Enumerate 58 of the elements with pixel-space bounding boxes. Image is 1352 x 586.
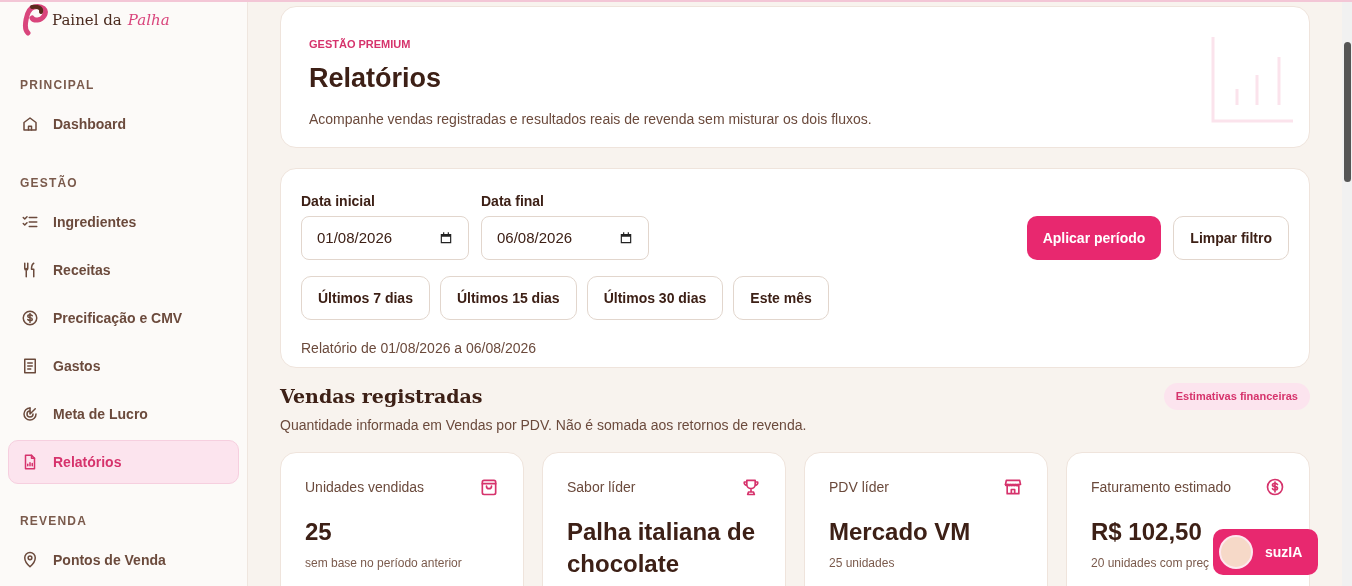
page-subtitle: Acompanhe vendas registradas e resultados reais de revenda sem misturar os dois fluxos. xyxy=(309,110,873,129)
date-field[interactable]: 06/08/2026 xyxy=(481,216,649,260)
sidebar-item[interactable]: Pontos de Venda xyxy=(8,538,239,582)
metric-value: 25 xyxy=(305,516,333,547)
brand-script: Palha xyxy=(127,9,170,31)
dollar-circle-icon xyxy=(1265,477,1285,497)
section-title: REVENDA xyxy=(20,514,88,528)
sidebar-item[interactable]: Precificação e CMV xyxy=(8,296,239,340)
metric-label: PDV líder xyxy=(829,477,889,497)
preset-button[interactable]: Últimos 15 dias xyxy=(439,276,577,320)
preset-button[interactable]: Últimos 7 dias xyxy=(301,276,430,320)
section-heading: Vendas registradas xyxy=(280,384,483,409)
section-title: GESTÃO xyxy=(20,176,78,190)
section-title: PRINCIPAL xyxy=(20,78,95,92)
receipt-icon xyxy=(21,357,39,375)
calendar-icon xyxy=(619,231,633,245)
section-description: Quantidade informada em Vendas por PDV. Não é somada aos retornos de revenda. xyxy=(280,415,808,435)
sidebar-item[interactable]: Gastos xyxy=(8,344,239,388)
assistant-label: suzIA xyxy=(1265,542,1303,562)
eyebrow-label: GESTÃO PREMIUM xyxy=(309,38,411,50)
preset-button[interactable]: Últimos 30 dias xyxy=(586,276,724,320)
assistant-button[interactable]: suzIA xyxy=(1213,529,1318,575)
metric-value: R$ 102,50 xyxy=(1091,516,1203,547)
period-summary: Relatório de 01/08/2026 a 06/08/2026 xyxy=(301,339,538,358)
metric-note: 20 unidades com preç xyxy=(1091,554,1210,572)
logo-icon xyxy=(20,3,50,37)
field-label: Data inicial xyxy=(301,192,376,211)
calendar-icon xyxy=(439,231,453,245)
brand-name: Painel da xyxy=(52,9,122,31)
clear-filter-button[interactable]: Limpar filtro xyxy=(1173,216,1289,260)
metric-value: Palha italiana de chocolate xyxy=(567,516,757,579)
house-icon xyxy=(21,115,39,133)
avatar-placeholder xyxy=(1219,535,1253,569)
metric-note: 25 unidades xyxy=(829,554,895,572)
metric-value: Mercado VM xyxy=(829,516,972,547)
store-icon xyxy=(1003,477,1023,497)
preset-button[interactable]: Este mês xyxy=(733,276,829,320)
target-icon xyxy=(21,405,39,423)
page-title: Relatórios xyxy=(309,62,443,95)
sidebar-item[interactable]: Receitas xyxy=(8,248,239,292)
sidebar-item[interactable]: Relatórios xyxy=(8,440,239,484)
metric-label: Sabor líder xyxy=(567,477,636,497)
chart-icon xyxy=(1211,35,1293,123)
apply-button[interactable]: Aplicar período xyxy=(1026,216,1162,260)
field-label: Data final xyxy=(481,192,545,211)
trophy-icon xyxy=(741,477,761,497)
metric-note: sem base no período anterior xyxy=(305,554,462,572)
map-pin-icon xyxy=(21,551,39,569)
sidebar-item[interactable]: Meta de Lucro xyxy=(8,392,239,436)
shopping-bag-icon xyxy=(479,477,499,497)
metric-label: Faturamento estimado xyxy=(1091,477,1232,497)
metric-label: Unidades vendidas xyxy=(305,477,425,497)
sidebar-item[interactable]: Dashboard xyxy=(8,102,239,146)
dollar-circle-icon xyxy=(21,309,39,327)
sidebar-item[interactable]: Ingredientes xyxy=(8,200,239,244)
date-field[interactable]: 01/08/2026 xyxy=(301,216,469,260)
scrollbar[interactable] xyxy=(1342,2,1352,586)
info-badge: Estimativas financeiras xyxy=(1163,383,1310,410)
